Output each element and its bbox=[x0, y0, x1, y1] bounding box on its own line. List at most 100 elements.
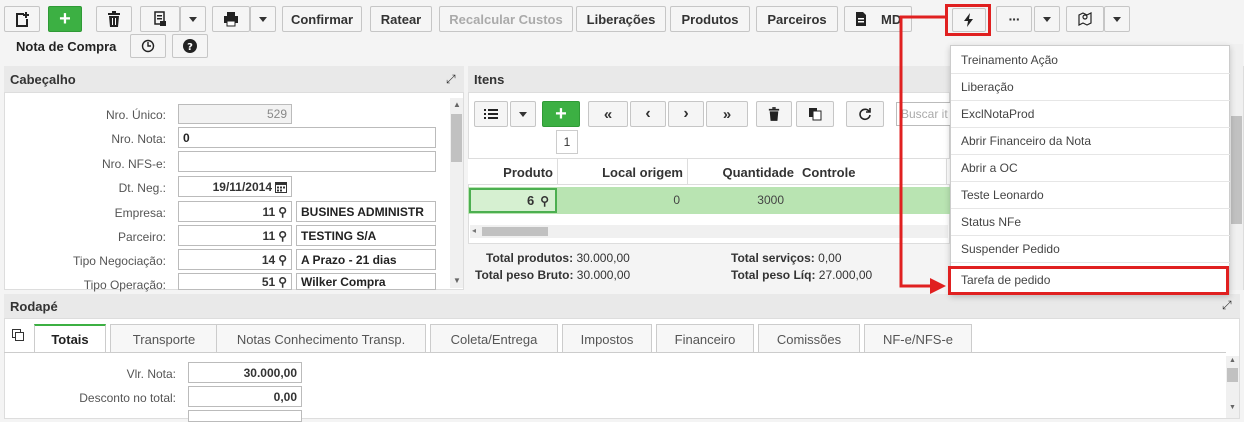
more-options-button[interactable]: ··· bbox=[996, 6, 1032, 32]
total-peso-bruto-label: Total peso Bruto: bbox=[475, 268, 574, 282]
desconto-field[interactable]: 0,00 bbox=[188, 386, 302, 407]
chevron-down-icon bbox=[1043, 16, 1051, 22]
scroll-thumb[interactable] bbox=[1231, 116, 1242, 224]
tab-impostos[interactable]: Impostos bbox=[562, 324, 652, 353]
liberacoes-button[interactable]: Liberações bbox=[576, 6, 666, 32]
calendar-icon[interactable] bbox=[275, 181, 287, 193]
tipo-op-code-field[interactable]: 51 ⚲ bbox=[178, 273, 292, 290]
menu-item-abrir-financeiro[interactable]: Abrir Financeiro da Nota bbox=[951, 128, 1230, 155]
scroll-up-arrow[interactable]: ▲ bbox=[453, 100, 461, 109]
nro-nota-field[interactable]: 0 bbox=[178, 127, 436, 148]
refresh-items-button[interactable] bbox=[846, 101, 884, 127]
search-icon[interactable]: ⚲ bbox=[540, 194, 549, 208]
help-button[interactable]: ? bbox=[172, 34, 208, 58]
menu-item-teste-leonardo[interactable]: Teste Leonardo bbox=[951, 182, 1230, 209]
empresa-code: 11 bbox=[262, 204, 276, 219]
table-row[interactable]: 6 ⚲ 0 3000 bbox=[468, 187, 950, 214]
first-page-button[interactable]: « bbox=[588, 101, 628, 127]
tab-transporte[interactable]: Transporte bbox=[110, 324, 218, 353]
menu-item-status-nfe[interactable]: Status NFe bbox=[951, 209, 1230, 236]
total-produtos-label: Total produtos: bbox=[486, 251, 574, 265]
confirm-button[interactable]: Confirmar bbox=[282, 6, 362, 32]
nro-nfse-field[interactable] bbox=[178, 151, 436, 172]
location-button[interactable] bbox=[1066, 6, 1104, 32]
menu-item-suspender-pedido[interactable]: Suspender Pedido bbox=[951, 236, 1230, 263]
rodape-scrollbar[interactable]: ▲ ▼ bbox=[1226, 356, 1239, 418]
list-view-dropdown[interactable] bbox=[510, 101, 536, 127]
copy-button[interactable] bbox=[140, 6, 180, 32]
refresh-status-button[interactable] bbox=[130, 34, 166, 58]
search-icon[interactable]: ⚲ bbox=[278, 275, 287, 289]
cabecalho-header: Cabeçalho bbox=[4, 66, 464, 92]
new-document-button[interactable] bbox=[4, 6, 40, 32]
tab-notas-conhecimento[interactable]: Notas Conhecimento Transp. bbox=[216, 324, 426, 353]
empresa-code-field[interactable]: 11 ⚲ bbox=[178, 201, 292, 222]
vlr-nota-field[interactable]: 30.000,00 bbox=[188, 362, 302, 383]
scroll-down-arrow[interactable]: ▼ bbox=[453, 276, 461, 285]
print-button[interactable] bbox=[212, 6, 250, 32]
prev-page-button[interactable]: ‹ bbox=[630, 101, 666, 127]
expand-icon[interactable]: ⤢ bbox=[1222, 298, 1232, 313]
search-icon[interactable]: ⚲ bbox=[278, 205, 287, 219]
ratear-button[interactable]: Ratear bbox=[370, 6, 432, 32]
parceiros-button[interactable]: Parceiros bbox=[756, 6, 838, 32]
total-produtos-value: 30.000,00 bbox=[576, 251, 630, 265]
row-produto-cell[interactable]: 6 ⚲ bbox=[469, 188, 557, 213]
next-total-field[interactable] bbox=[188, 410, 302, 422]
last-page-button[interactable]: » bbox=[706, 101, 748, 127]
parceiro-code-field[interactable]: 11 ⚲ bbox=[178, 225, 292, 246]
scroll-thumb[interactable] bbox=[1227, 368, 1238, 382]
tipo-neg-name-field: A Prazo - 21 dias bbox=[296, 249, 436, 270]
tab-comissoes[interactable]: Comissões bbox=[758, 324, 860, 353]
nro-unico-field: 529 bbox=[178, 104, 292, 124]
scroll-thumb[interactable] bbox=[451, 114, 462, 162]
delete-item-button[interactable] bbox=[756, 101, 792, 127]
menu-item-treinamento-acao[interactable]: Treinamento Ação bbox=[951, 47, 1230, 74]
scroll-left-arrow[interactable]: ◂ bbox=[472, 226, 476, 235]
plus-icon: + bbox=[555, 102, 567, 125]
copy-dropdown-button[interactable] bbox=[180, 6, 206, 32]
tab-nfe-nfse[interactable]: NF-e/NFS-e bbox=[864, 324, 972, 353]
col-controle[interactable]: Controle bbox=[802, 165, 902, 180]
rodape-header: Rodapé bbox=[4, 294, 1240, 318]
items-h-scrollbar[interactable]: ◂ bbox=[470, 225, 948, 238]
delete-button[interactable] bbox=[96, 6, 132, 32]
nro-nota-label: Nro. Nota: bbox=[111, 132, 166, 146]
col-quantidade[interactable]: Quantidade bbox=[688, 165, 794, 180]
col-produto[interactable]: Produto bbox=[468, 165, 553, 180]
recalc-costs-button[interactable]: Recalcular Custos bbox=[439, 6, 573, 32]
cabecalho-scrollbar[interactable]: ▲ ▼ bbox=[450, 98, 463, 288]
plus-icon: + bbox=[59, 7, 71, 30]
more-dots-icon: ··· bbox=[1008, 11, 1021, 27]
more-dropdown-button[interactable] bbox=[1034, 6, 1060, 32]
menu-item-liberacao[interactable]: Liberação bbox=[951, 74, 1230, 101]
expand-icon[interactable]: ⤢ bbox=[446, 72, 456, 87]
search-icon[interactable]: ⚲ bbox=[278, 253, 287, 267]
total-peso-bruto: Total peso Bruto: 30.000,00 bbox=[475, 268, 630, 282]
menu-item-exclnotaprod[interactable]: ExclNotaProd bbox=[951, 101, 1230, 128]
tab-totais[interactable]: Totais bbox=[34, 324, 106, 353]
copy-tab-icon[interactable] bbox=[12, 329, 24, 344]
col-local-origem[interactable]: Local origem bbox=[558, 165, 683, 180]
duplicate-item-button[interactable] bbox=[796, 101, 834, 127]
list-view-button[interactable] bbox=[474, 101, 508, 127]
print-dropdown-button[interactable] bbox=[250, 6, 276, 32]
scroll-down-arrow[interactable]: ▼ bbox=[1229, 404, 1236, 411]
scroll-up-arrow[interactable]: ▲ bbox=[1229, 357, 1236, 364]
location-dropdown-button[interactable] bbox=[1104, 6, 1130, 32]
menu-item-abrir-oc[interactable]: Abrir a OC bbox=[951, 155, 1230, 182]
search-icon[interactable]: ⚲ bbox=[278, 229, 287, 243]
scroll-thumb[interactable] bbox=[482, 227, 548, 236]
dt-neg-field[interactable]: 19/11/2014 bbox=[178, 176, 292, 197]
tab-coleta-entrega[interactable]: Coleta/Entrega bbox=[430, 324, 558, 353]
page-number[interactable]: 1 bbox=[556, 130, 578, 154]
produtos-button[interactable]: Produtos bbox=[670, 6, 750, 32]
next-page-button[interactable]: › bbox=[668, 101, 704, 127]
add-item-button[interactable]: + bbox=[542, 101, 580, 127]
add-button[interactable]: + bbox=[48, 6, 82, 32]
tab-financeiro[interactable]: Financeiro bbox=[656, 324, 754, 353]
chevron-left-icon: ‹ bbox=[645, 105, 651, 122]
right-panel-scrollbar[interactable] bbox=[1230, 44, 1243, 290]
tipo-neg-code-field[interactable]: 14 ⚲ bbox=[178, 249, 292, 270]
total-peso-liq-value: 27.000,00 bbox=[818, 268, 873, 282]
